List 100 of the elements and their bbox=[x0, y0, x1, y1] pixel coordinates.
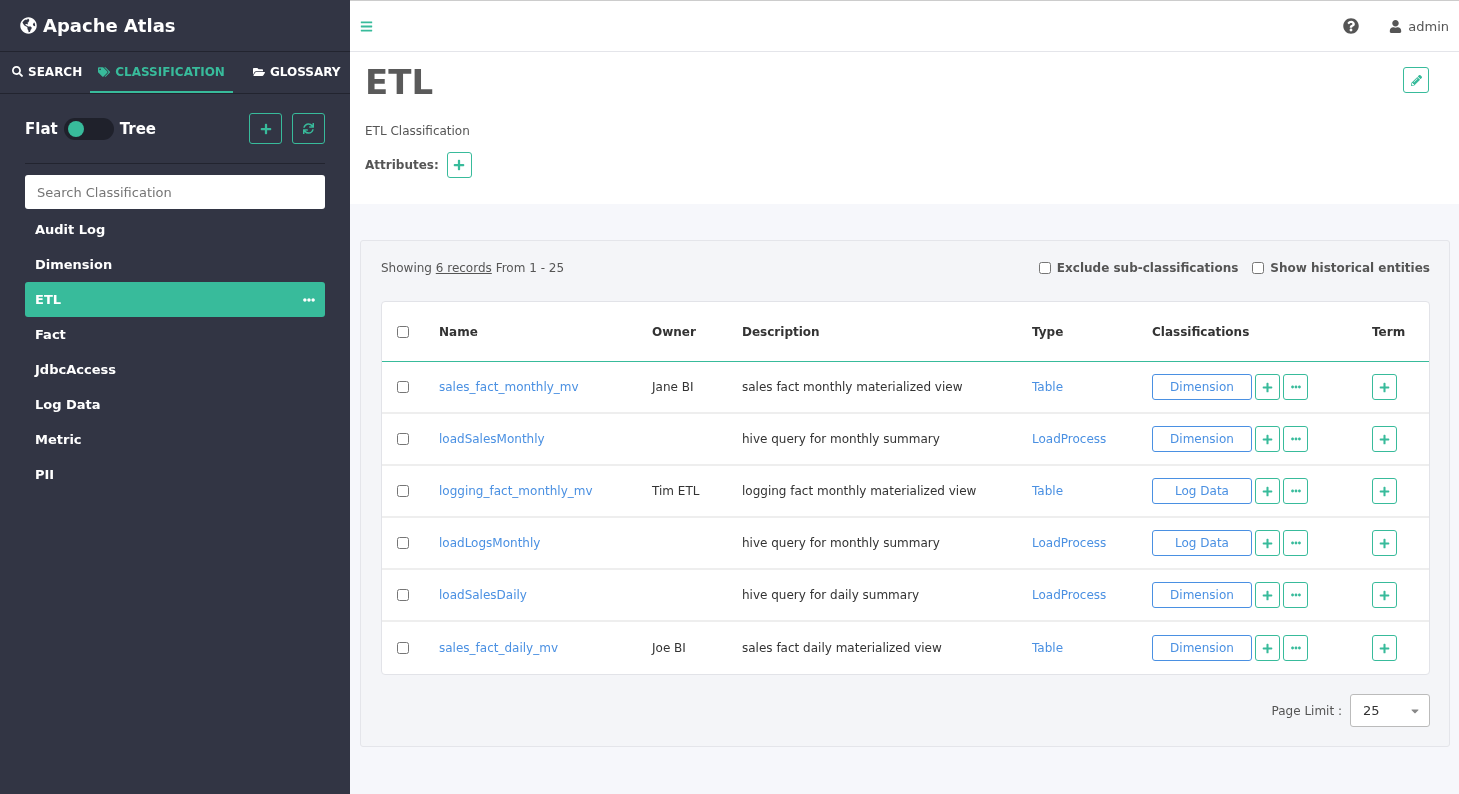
tag-icon bbox=[98, 65, 111, 78]
row-checkbox[interactable] bbox=[397, 589, 409, 601]
more-button[interactable] bbox=[1283, 582, 1308, 608]
more-button[interactable] bbox=[1283, 374, 1308, 400]
add-classification-button[interactable] bbox=[1255, 374, 1280, 400]
records-link[interactable]: 6 records bbox=[435, 261, 492, 275]
nav-tab[interactable]: GLOSSARY bbox=[244, 52, 349, 93]
plus-icon bbox=[1379, 485, 1390, 497]
select-all-checkbox[interactable] bbox=[397, 325, 409, 338]
entity-name-link[interactable]: logging_fact_monthly_mv bbox=[439, 484, 652, 498]
column-header: Description bbox=[742, 324, 821, 339]
search-field[interactable]: Search Classification bbox=[25, 175, 325, 209]
add-classification-button[interactable] bbox=[1255, 635, 1280, 661]
add-classification-button[interactable] bbox=[1255, 478, 1280, 504]
entity-name-link[interactable]: loadLogsMonthly bbox=[439, 536, 652, 550]
help-icon[interactable] bbox=[1343, 18, 1360, 34]
nav-tab[interactable]: SEARCH bbox=[4, 52, 91, 93]
add-classification-button[interactable] bbox=[1255, 426, 1280, 452]
add-term-button[interactable] bbox=[1372, 635, 1397, 661]
more-button[interactable] bbox=[1283, 478, 1308, 504]
row-checkbox[interactable] bbox=[397, 537, 409, 549]
classification-item[interactable]: PII bbox=[25, 457, 325, 492]
filter-checkbox[interactable] bbox=[1038, 262, 1051, 274]
type-link[interactable]: LoadProcess bbox=[1032, 432, 1152, 446]
more-button[interactable] bbox=[1283, 635, 1308, 661]
column-header: Term bbox=[1372, 324, 1407, 339]
type-link[interactable]: LoadProcess bbox=[1032, 536, 1152, 550]
entity-name-link[interactable]: sales_fact_monthly_mv bbox=[439, 380, 652, 394]
description-cell-text: sales fact monthly materialized view bbox=[742, 380, 964, 394]
refresh-button[interactable] bbox=[292, 113, 325, 144]
row-checkbox[interactable] bbox=[397, 642, 409, 654]
entity-name-link[interactable]: loadSalesDaily bbox=[439, 588, 652, 602]
plus-icon bbox=[1262, 485, 1273, 497]
flat-label: Flat bbox=[25, 119, 58, 138]
classification-item[interactable]: Metric bbox=[25, 422, 325, 457]
entity-name-link[interactable]: loadSalesMonthly bbox=[439, 432, 652, 446]
menu-icon[interactable] bbox=[360, 19, 373, 33]
add-term-button[interactable] bbox=[1372, 582, 1397, 608]
type-link[interactable]: LoadProcess bbox=[1032, 588, 1152, 602]
type-link[interactable]: Table bbox=[1032, 641, 1152, 655]
classification-tag[interactable]: Log Data bbox=[1152, 478, 1252, 504]
classification-tag[interactable]: Dimension bbox=[1152, 635, 1252, 661]
plus-icon bbox=[1379, 537, 1390, 549]
classification-item[interactable]: JdbcAccess bbox=[25, 352, 325, 387]
app-title-text: Apache Atlas bbox=[43, 15, 176, 36]
classification-item[interactable]: Audit Log bbox=[25, 212, 325, 247]
plus-icon bbox=[1262, 381, 1273, 393]
user-menu[interactable]: admin bbox=[1389, 18, 1449, 34]
add-classification-button[interactable] bbox=[1255, 530, 1280, 556]
filter-label: Show historical entities bbox=[1270, 261, 1430, 275]
plus-icon bbox=[453, 159, 466, 171]
plus-icon bbox=[1379, 589, 1390, 601]
add-term-button[interactable] bbox=[1372, 374, 1397, 400]
description-cell-text: logging fact monthly materialized view bbox=[742, 484, 978, 498]
classification-tag[interactable]: Dimension bbox=[1152, 582, 1252, 608]
edit-button[interactable] bbox=[1403, 67, 1429, 93]
view-toggle[interactable] bbox=[63, 117, 114, 140]
tree-label: Tree bbox=[119, 119, 156, 138]
column-header: Owner bbox=[652, 324, 697, 339]
records-summary: Showing 6 records From 1 - 25 bbox=[381, 261, 565, 275]
classification-item[interactable]: Log Data bbox=[25, 387, 325, 422]
add-classification-button[interactable] bbox=[1255, 582, 1280, 608]
page-limit-label: Page Limit : bbox=[1271, 703, 1342, 718]
nav-tab[interactable]: CLASSIFICATION bbox=[90, 52, 233, 93]
pencil-icon bbox=[1410, 74, 1422, 86]
owner-cell-text: Jane BI bbox=[652, 380, 695, 394]
column-header: Type bbox=[1032, 324, 1065, 339]
more-button[interactable] bbox=[1283, 530, 1308, 556]
row-checkbox[interactable] bbox=[397, 381, 409, 393]
classification-item[interactable]: Fact bbox=[25, 317, 325, 352]
classification-item[interactable]: Dimension bbox=[25, 247, 325, 282]
owner-cell-text: Tim ETL bbox=[652, 484, 701, 498]
description-cell-text: hive query for daily summary bbox=[742, 588, 921, 602]
classification-tag[interactable]: Dimension bbox=[1152, 426, 1252, 452]
add-term-button[interactable] bbox=[1372, 530, 1397, 556]
refresh-icon bbox=[303, 123, 314, 134]
add-attribute-button[interactable] bbox=[446, 152, 472, 178]
plus-icon bbox=[1262, 537, 1273, 549]
classification-tag[interactable]: Log Data bbox=[1152, 530, 1252, 556]
row-checkbox[interactable] bbox=[397, 485, 409, 497]
page-limit-select[interactable]: 25 bbox=[1350, 694, 1430, 727]
column-header: Name bbox=[439, 324, 479, 339]
add-button[interactable] bbox=[249, 113, 282, 144]
plus-icon bbox=[1262, 642, 1273, 654]
classification-description: ETL Classification bbox=[365, 124, 471, 138]
type-link[interactable]: Table bbox=[1032, 484, 1152, 498]
add-term-button[interactable] bbox=[1372, 426, 1397, 452]
type-link[interactable]: Table bbox=[1032, 380, 1152, 394]
row-checkbox[interactable] bbox=[397, 433, 409, 445]
classification-tag[interactable]: Dimension bbox=[1152, 374, 1252, 400]
plus-icon bbox=[1379, 433, 1390, 445]
add-term-button[interactable] bbox=[1372, 478, 1397, 504]
entity-name-link[interactable]: sales_fact_daily_mv bbox=[439, 641, 652, 655]
classification-item[interactable]: ETL bbox=[25, 282, 325, 317]
filter-checkbox[interactable] bbox=[1252, 262, 1265, 274]
description-cell-text: hive query for monthly summary bbox=[742, 432, 941, 446]
plus-icon bbox=[259, 122, 272, 135]
filter-label: Exclude sub-classifications bbox=[1056, 261, 1239, 275]
more-button[interactable] bbox=[1283, 426, 1308, 452]
owner-cell-text: Joe BI bbox=[652, 641, 687, 655]
